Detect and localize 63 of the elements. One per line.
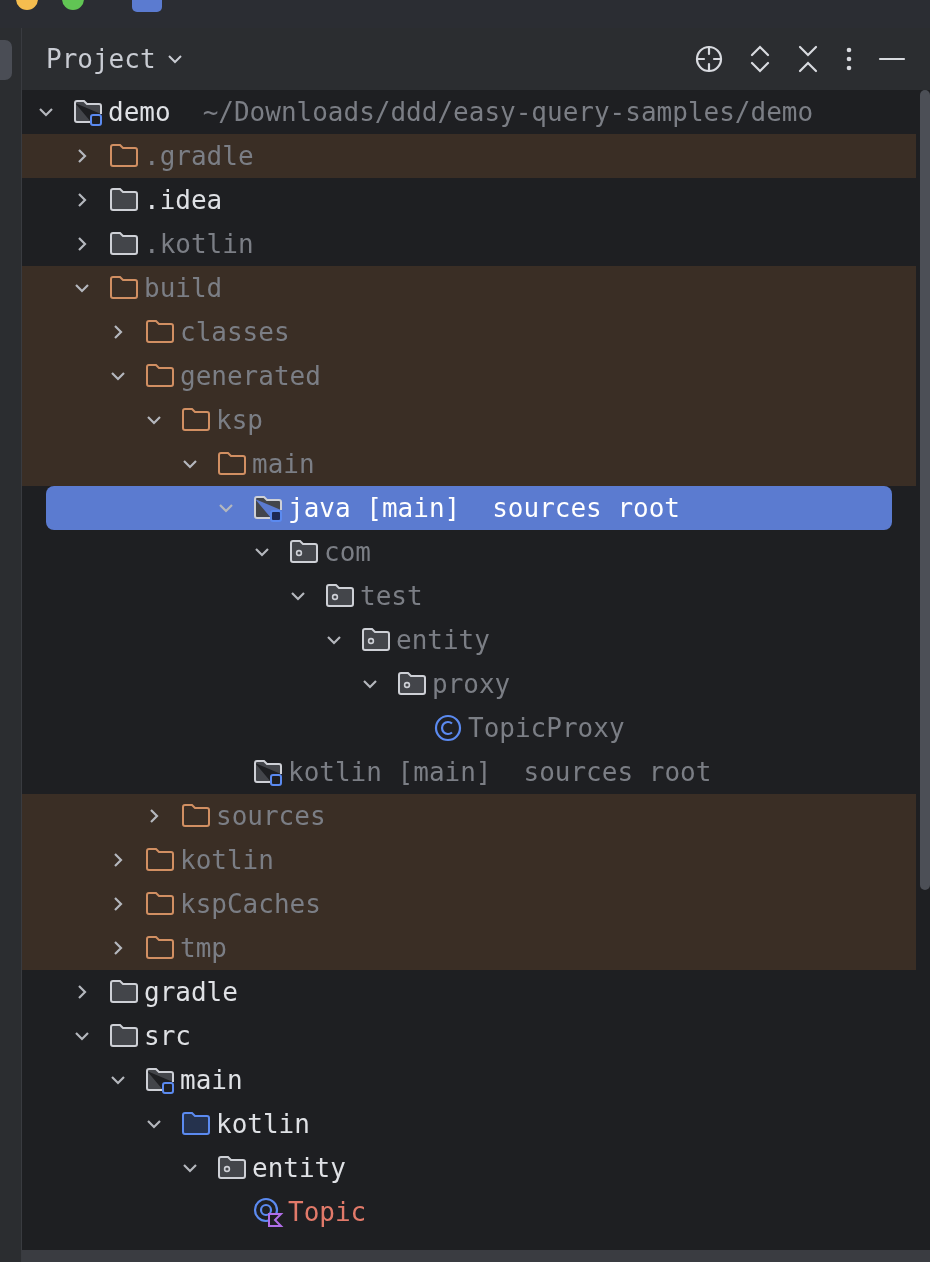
tree-row[interactable]: .gradle	[22, 134, 916, 178]
tree-row[interactable]: test	[22, 574, 916, 618]
tree-row[interactable]: Topic	[22, 1190, 916, 1234]
scrollbar[interactable]	[22, 1250, 930, 1262]
tree-item-label[interactable]: src	[144, 1016, 191, 1056]
tree-row[interactable]: src	[22, 1014, 916, 1058]
tree-row[interactable]: ksp	[22, 398, 916, 442]
tree-row[interactable]: tmp	[22, 926, 916, 970]
tree-row[interactable]: main	[22, 1058, 916, 1102]
tree-row[interactable]: sources	[22, 794, 916, 838]
tree-row[interactable]: entity	[22, 1146, 916, 1190]
tree-item-label[interactable]: gradle	[144, 972, 238, 1012]
tree-item-label[interactable]: sources	[216, 796, 326, 836]
class-icon	[432, 712, 464, 744]
tree-row[interactable]: .kotlin	[22, 222, 916, 266]
tree-item-label[interactable]: kspCaches	[180, 884, 321, 924]
tree-item-label[interactable]: classes	[180, 312, 290, 352]
tree-item-label[interactable]: test	[360, 576, 423, 616]
tree-row[interactable]: entity	[22, 618, 916, 662]
tree-row[interactable]: TopicProxy	[22, 706, 916, 750]
tree-item-label[interactable]: entity	[252, 1148, 346, 1188]
tree-item-label[interactable]: Topic	[288, 1192, 367, 1232]
tree-row[interactable]: kotlin [main] sources root	[22, 750, 916, 794]
path-hint: ~/Downloads/ddd/easy-query-samples/demo	[202, 95, 814, 129]
path-hint: sources root	[492, 491, 681, 525]
tree-item-label[interactable]: .idea	[144, 180, 223, 220]
tree-row[interactable]: main	[22, 442, 916, 486]
tree-item-label[interactable]: ksp	[216, 400, 263, 440]
tree-item-label[interactable]: generated	[180, 356, 321, 396]
tree-item-label[interactable]: build	[144, 268, 223, 308]
tree-row[interactable]: kspCaches	[22, 882, 916, 926]
tree-row[interactable]: kotlin	[22, 838, 916, 882]
tree-item-label[interactable]: com	[324, 532, 371, 572]
tree-row[interactable]: generated	[22, 354, 916, 398]
tree-item-label[interactable]: proxy	[432, 664, 511, 704]
tree-item-label[interactable]: kotlin	[180, 840, 274, 880]
path-hint: sources root	[523, 755, 712, 789]
tree-item-label[interactable]: main	[180, 1060, 243, 1100]
tree-row[interactable]: classes	[22, 310, 916, 354]
tree-item-label[interactable]: demo	[108, 92, 171, 132]
tree-item-label[interactable]: .gradle	[144, 136, 254, 176]
expand-all-icon[interactable]	[748, 44, 772, 74]
panel-title[interactable]: Project	[46, 39, 156, 79]
tree-item-label[interactable]: main	[252, 444, 315, 484]
kotlin-class-icon	[252, 1196, 284, 1228]
tree-item-label[interactable]: kotlin [main]	[288, 752, 492, 792]
selected-tree-row[interactable]: java [main] sources root	[46, 486, 892, 530]
tree-row[interactable]: com	[22, 530, 916, 574]
tree-item-label[interactable]: java [main]	[288, 488, 461, 528]
tree-row[interactable]: .idea	[22, 178, 916, 222]
tree-row[interactable]: proxy	[22, 662, 916, 706]
tree-item-label[interactable]: TopicProxy	[468, 708, 625, 748]
tree-row[interactable]: gradle	[22, 970, 916, 1014]
crosshair-icon[interactable]	[694, 44, 724, 74]
tree-item-label[interactable]: tmp	[180, 928, 227, 968]
tree-row[interactable]: build	[22, 266, 916, 310]
tree-row[interactable]: kotlin	[22, 1102, 916, 1146]
tree-item-label[interactable]: entity	[396, 620, 490, 660]
tree-item-label[interactable]: .kotlin	[144, 224, 254, 264]
tree-row[interactable]: demo ~/Downloads/ddd/easy-query-samples/demo	[22, 90, 916, 134]
tree-item-label[interactable]: kotlin	[216, 1104, 310, 1144]
collapse-all-icon[interactable]	[796, 44, 820, 74]
scrollbar[interactable]	[920, 90, 930, 890]
